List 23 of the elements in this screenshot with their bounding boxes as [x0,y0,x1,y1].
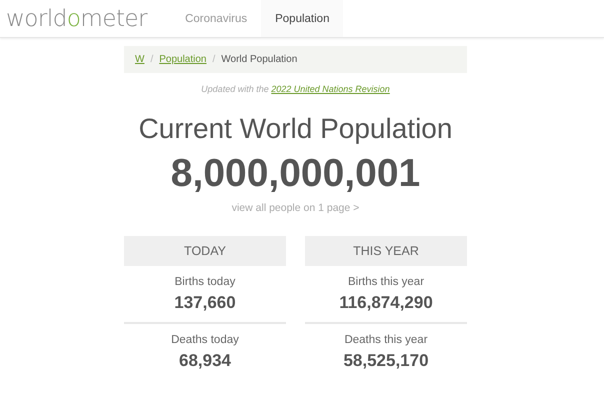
page-title: Current World Population [138,112,454,146]
breadcrumb-link[interactable]: W [135,54,144,65]
column-heading: THIS YEAR [305,236,467,266]
breadcrumb-separator: / [150,54,154,65]
breadcrumb-current: World Population [221,54,298,65]
site-logo[interactable]: worldometer [6,6,148,32]
stat-label: Births today [174,276,236,288]
stat-label: Deaths this year [344,334,428,346]
population-counter: 8,000,000,001 [170,152,422,196]
stat-label: Deaths today [171,334,239,346]
revision-link[interactable]: 2022 United Nations Revision [271,84,390,94]
breadcrumb-link[interactable]: Population [159,54,206,65]
stat-value: 137,660 [174,293,236,312]
stat-value: 68,934 [179,351,231,370]
breadcrumb-separator: / [212,54,216,65]
stat-value: 116,874,290 [339,293,433,312]
view-all-link[interactable]: view all people on 1 page > [232,202,360,214]
nav-tab[interactable]: Population [261,0,344,37]
column-heading: TODAY [124,236,286,266]
nav-tab[interactable]: Coronavirus [171,0,262,37]
stat-value: 58,525,170 [343,351,429,370]
update-note: Updated with the [201,84,269,94]
stat-label: Births this year [348,276,424,288]
